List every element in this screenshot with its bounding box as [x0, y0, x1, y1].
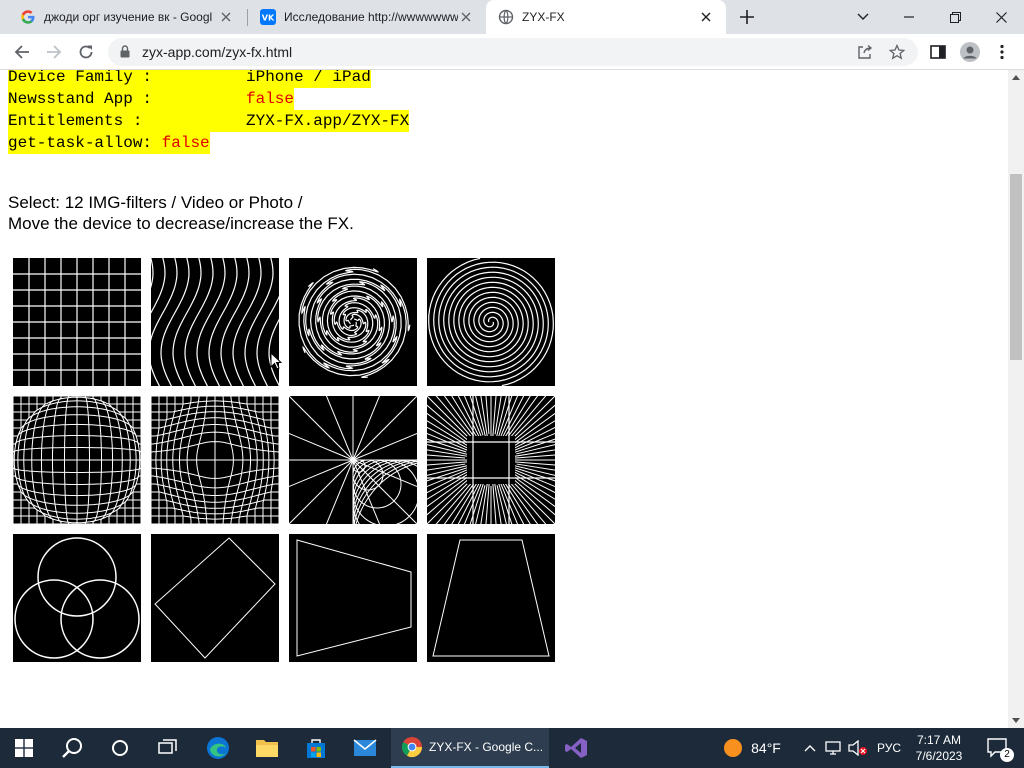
close-window-button[interactable] — [978, 0, 1024, 34]
tab-zyx-fx[interactable]: ZYX-FX — [486, 0, 726, 34]
tab-title: ZYX-FX — [522, 10, 565, 24]
scroll-down-icon[interactable] — [1012, 716, 1020, 724]
close-icon[interactable] — [218, 9, 234, 25]
search-icon[interactable] — [48, 728, 96, 768]
scrollbar-thumb[interactable] — [1010, 174, 1022, 360]
cortana-icon[interactable] — [96, 728, 144, 768]
file-explorer-icon[interactable] — [243, 728, 291, 768]
windows-start-icon[interactable] — [0, 728, 48, 768]
language-text: РУС — [876, 741, 902, 755]
filter-circles[interactable] — [13, 534, 141, 662]
star-icon[interactable] — [887, 42, 907, 62]
tab-title: Исследование http://wwwwwww — [284, 10, 458, 24]
edge-icon[interactable] — [194, 728, 242, 768]
info-key: Entitlements : — [8, 112, 143, 130]
description-line-1: Select: 12 IMG-filters / Video or Photo … — [8, 193, 303, 212]
description-line-2: Move the device to decrease/increase the… — [8, 214, 354, 233]
filter-wave[interactable] — [151, 258, 279, 386]
weather-icon[interactable] — [720, 728, 746, 768]
filter-trapezoid-up[interactable] — [427, 534, 555, 662]
clock-time: 7:17 AM — [916, 733, 962, 747]
info-value: iPhone / iPad — [246, 70, 371, 86]
reload-button[interactable] — [74, 40, 98, 64]
language-indicator[interactable]: РУС — [872, 728, 906, 768]
info-row-device-family: Device Family : iPhone / iPad — [8, 70, 371, 88]
back-button[interactable] — [10, 40, 34, 64]
menu-dots-icon[interactable] — [990, 40, 1014, 64]
tab-vk[interactable]: VK Исследование http://wwwwwww — [248, 0, 486, 34]
page-content: Device Family : iPhone / iPad Newsstand A… — [0, 70, 1008, 728]
tab-search-button[interactable] — [840, 0, 886, 34]
google-icon — [20, 9, 36, 25]
clock[interactable]: 7:17 AM 7/6/2023 — [908, 728, 970, 768]
address-bar[interactable]: zyx-app.com/zyx-fx.html — [108, 38, 918, 66]
info-key: Newsstand App : — [8, 90, 153, 108]
url-text[interactable]: zyx-app.com/zyx-fx.html — [142, 44, 292, 60]
weather-temperature[interactable]: 84°F — [748, 728, 784, 768]
volume-muted-icon[interactable] — [846, 728, 870, 768]
side-panel-icon[interactable] — [926, 40, 950, 64]
profile-avatar[interactable] — [958, 40, 982, 64]
lock-icon[interactable] — [120, 45, 130, 63]
filter-spiral[interactable] — [427, 258, 555, 386]
info-key: Device Family : — [8, 70, 153, 86]
filter-pinch[interactable] — [151, 396, 279, 524]
weather-text: 84°F — [751, 740, 781, 756]
clock-date: 7/6/2023 — [915, 749, 963, 763]
mail-icon[interactable] — [341, 728, 389, 768]
filter-trapezoid-left[interactable] — [289, 534, 417, 662]
filter-polar[interactable] — [289, 396, 417, 524]
restore-button[interactable] — [932, 0, 978, 34]
minimize-button[interactable] — [886, 0, 932, 34]
svg-text:VK: VK — [262, 14, 275, 23]
chevron-up-icon[interactable] — [800, 728, 820, 768]
cursor-icon — [270, 352, 282, 370]
info-value: false — [161, 134, 210, 152]
share-icon[interactable] — [855, 42, 875, 62]
new-tab-button[interactable] — [737, 7, 757, 27]
chrome-icon — [401, 737, 423, 758]
forward-button[interactable] — [42, 40, 66, 64]
visual-studio-icon[interactable] — [552, 728, 600, 768]
close-icon[interactable] — [698, 9, 714, 25]
filter-diamond[interactable] — [151, 534, 279, 662]
taskbar-chrome-window[interactable]: ZYX-FX - Google C... — [391, 728, 549, 768]
info-row-get-task-allow: get-task-allow: false — [8, 132, 210, 154]
filter-swirl-small[interactable] — [289, 258, 417, 386]
close-icon[interactable] — [458, 9, 474, 25]
network-icon[interactable] — [822, 728, 844, 768]
tab-strip: джоди орг изучение вк - Googl VK Исследо… — [0, 0, 1024, 34]
filter-grid[interactable] — [13, 258, 141, 386]
tab-title: джоди орг изучение вк - Googl — [44, 10, 213, 24]
notification-count-badge: 2 — [1000, 748, 1014, 762]
info-value: false — [246, 90, 295, 108]
page-scrollbar[interactable] — [1008, 70, 1024, 728]
info-value: ZYX-FX.app/ZYX-FX — [246, 112, 410, 130]
filter-radial-lines[interactable] — [427, 396, 555, 524]
task-view-icon[interactable] — [144, 728, 192, 768]
info-row-newsstand: Newsstand App : false — [8, 88, 295, 110]
vk-icon: VK — [260, 9, 276, 25]
scroll-up-icon[interactable] — [1012, 74, 1020, 82]
globe-icon — [498, 9, 514, 25]
filter-bulge[interactable] — [13, 396, 141, 524]
taskbar-chrome-label: ZYX-FX - Google C... — [429, 740, 544, 754]
tab-google[interactable]: джоди орг изучение вк - Googl — [0, 0, 246, 34]
info-key: get-task-allow: — [8, 134, 153, 152]
info-row-entitlements: Entitlements : ZYX-FX.app/ZYX-FX — [8, 110, 410, 132]
store-icon[interactable] — [292, 728, 340, 768]
windows-taskbar: ZYX-FX - Google C... 84°F РУС 7:17 AM 7/… — [0, 728, 1024, 768]
notifications-button[interactable]: 2 — [978, 728, 1018, 768]
browser-toolbar: zyx-app.com/zyx-fx.html — [0, 34, 1024, 70]
